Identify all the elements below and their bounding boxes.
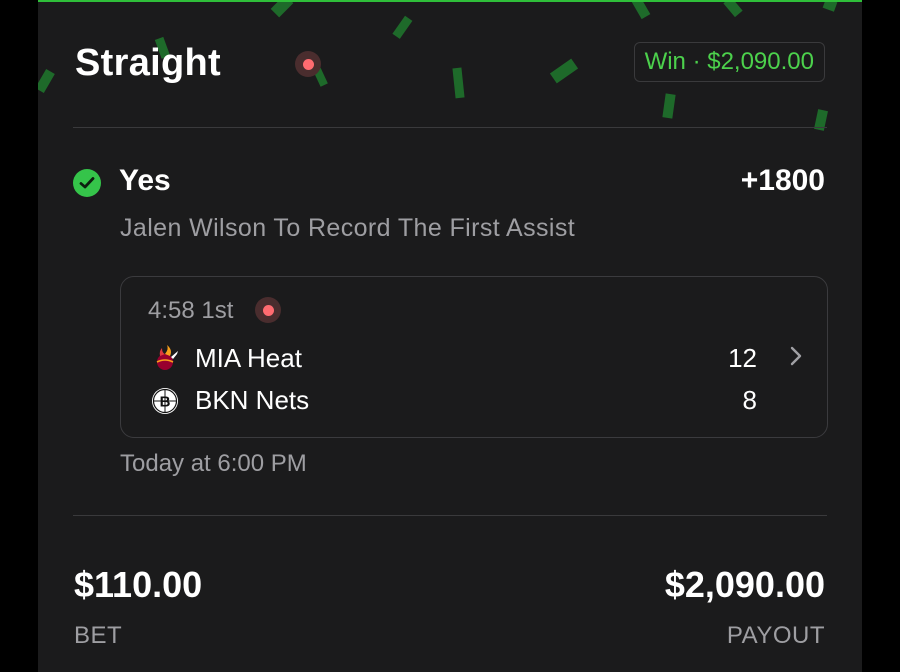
team-name: MIA Heat [195, 343, 302, 373]
bet-header: Straight Win · $2,090.00 [75, 40, 825, 88]
live-indicator-icon [255, 297, 281, 323]
bet-label: BET [74, 622, 123, 649]
team-score: 12 [728, 343, 757, 373]
divider [73, 127, 827, 128]
bet-type-title: Straight [75, 42, 221, 84]
divider [73, 515, 827, 516]
live-indicator-icon [295, 51, 321, 77]
bet-card: Straight Win · $2,090.00 Yes +1800 Jalen… [38, 0, 862, 672]
svg-text:B: B [160, 394, 171, 411]
start-time: Today at 6:00 PM [120, 450, 307, 477]
chevron-right-icon[interactable] [785, 345, 807, 367]
market-description: Jalen Wilson To Record The First Assist [120, 214, 576, 242]
check-circle-icon [73, 169, 101, 197]
team-name: BKN Nets [195, 385, 310, 415]
payout-label: PAYOUT [726, 622, 825, 649]
game-clock: 4:58 1st [148, 297, 234, 324]
result-badge: Win · $2,090.00 [633, 42, 825, 82]
brooklyn-nets-logo-icon: B [152, 388, 178, 414]
team-score: 8 [742, 385, 757, 415]
miami-heat-logo-icon [156, 345, 178, 370]
payout-amount: $2,090.00 [664, 564, 825, 605]
team-row: B BKN Nets 8 [151, 383, 787, 419]
bet-amount: $110.00 [74, 564, 203, 605]
odds: +1800 [740, 164, 825, 197]
team-row: MIA Heat 12 [151, 341, 787, 377]
game-card[interactable]: 4:58 1st MIA Heat 12 B BKN Nets 8 [120, 276, 828, 438]
pick-row: Yes +1800 [73, 162, 825, 202]
pick-label: Yes [119, 164, 171, 197]
